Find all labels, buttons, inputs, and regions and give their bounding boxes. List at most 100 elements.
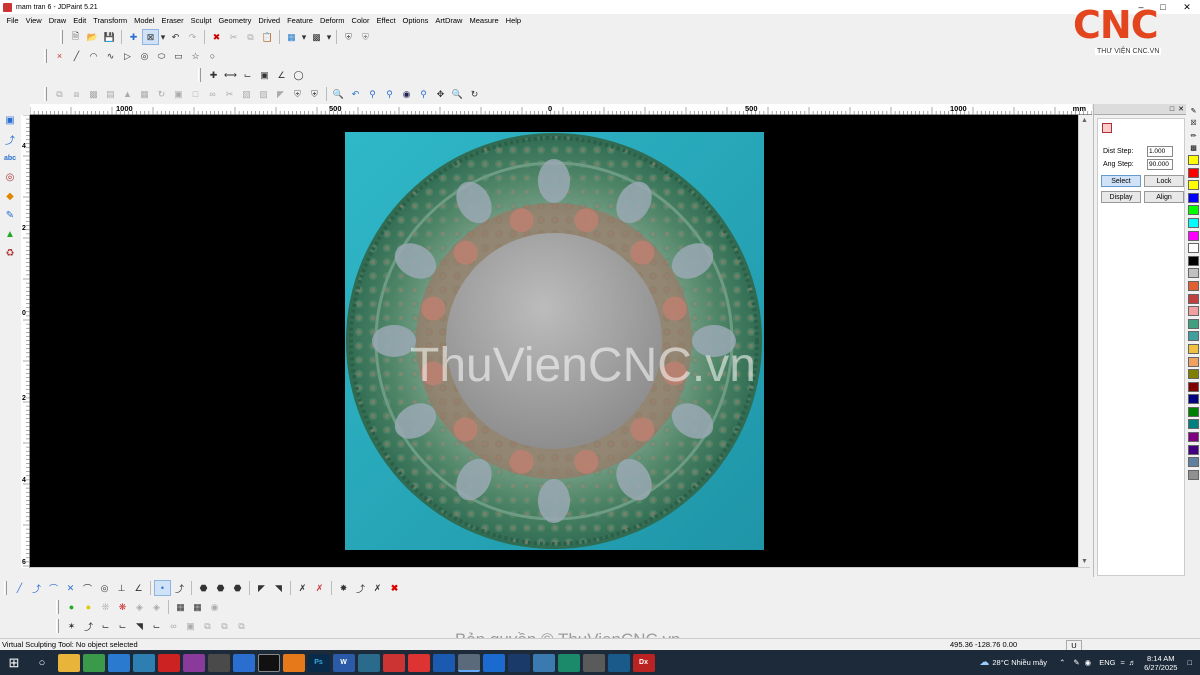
jdpaint-icon[interactable] (457, 653, 480, 672)
trim-icon[interactable]: ▧ (238, 86, 255, 102)
color-swatch[interactable] (1188, 469, 1199, 480)
menu-deform[interactable]: Deform (316, 14, 348, 27)
menu-artdraw[interactable]: ArtDraw (432, 14, 466, 27)
deform-a-icon[interactable]: ✶ (63, 618, 80, 634)
zoom-previous-icon[interactable]: ↶ (347, 86, 364, 102)
color-swatch[interactable] (1188, 444, 1199, 455)
color-swatch[interactable] (1188, 205, 1199, 216)
ang-step-input[interactable] (1147, 159, 1173, 170)
open-file-icon[interactable]: 📂 (84, 29, 101, 45)
weather-text[interactable]: 28°C Nhiều mây (992, 658, 1047, 667)
color-swatch[interactable] (1188, 432, 1199, 443)
box-dimension-icon[interactable]: ▣ (256, 67, 273, 83)
ungroup-icon[interactable]: ⧈ (68, 86, 85, 102)
teamviewer-icon[interactable] (257, 653, 280, 672)
arc-icon[interactable]: ◠ (85, 48, 102, 64)
toolbar-grip[interactable] (56, 619, 59, 633)
app-icon[interactable] (607, 653, 630, 672)
sculpt-snap-icon[interactable]: ⤴ (171, 580, 188, 596)
shield-icon[interactable]: ⛨ (289, 86, 306, 102)
menu-options[interactable]: Options (399, 14, 432, 27)
shield-filled-icon[interactable]: ⛨ (306, 86, 323, 102)
store-icon[interactable] (132, 653, 155, 672)
toolbar-grip[interactable] (4, 581, 7, 595)
line-icon[interactable]: ╱ (68, 48, 85, 64)
sculpt-cross-icon[interactable]: ✕ (62, 580, 79, 596)
scroll-down-icon[interactable]: ▼ (1081, 558, 1088, 565)
color-swatch[interactable] (1188, 155, 1199, 165)
color-swatch[interactable] (1188, 406, 1199, 417)
menu-edit[interactable]: Edit (70, 14, 90, 27)
dropdown-arrow-icon[interactable]: ▾ (300, 29, 308, 45)
eyedropper-icon[interactable]: ✏ (1188, 130, 1199, 141)
pattern-icon[interactable]: ▩ (1188, 143, 1199, 154)
select-node-icon[interactable]: ▣ (2, 112, 19, 129)
blend-icon[interactable]: ◈ (148, 599, 165, 615)
color-swatch[interactable] (1188, 243, 1199, 254)
folder-icon[interactable] (57, 653, 80, 672)
menu-effect[interactable]: Effect (373, 14, 399, 27)
cut-x-icon[interactable]: ✗ (294, 580, 311, 596)
winrar-icon[interactable] (182, 653, 205, 672)
pattern-fill-icon[interactable]: ✸ (335, 580, 352, 596)
deform-k-icon[interactable]: ⧉ (233, 618, 250, 634)
distribute-icon[interactable]: ▤ (102, 86, 119, 102)
dropdown-arrow-icon[interactable]: ▾ (325, 29, 333, 45)
zoom-icon[interactable]: 🔍 (449, 86, 466, 102)
menu-feature[interactable]: Feature (284, 14, 317, 27)
sculpt-curve-icon[interactable]: ⌒ (45, 580, 62, 596)
deform-i-icon[interactable]: ⧉ (199, 618, 216, 634)
app-icon[interactable] (582, 653, 605, 672)
zoom-window-icon[interactable]: 🔍 (330, 86, 347, 102)
zoom-all-icon[interactable]: ⚲ (415, 86, 432, 102)
color-swatch[interactable] (1188, 343, 1199, 354)
chevron-up-icon[interactable]: ⌃ (1059, 658, 1065, 667)
color-dots-icon[interactable]: ❋ (114, 599, 131, 615)
view-cube-icon[interactable]: ▦ (283, 29, 300, 45)
diamond-add-icon[interactable]: ⬣ (195, 580, 212, 596)
color-swatch[interactable] (1188, 217, 1199, 228)
deform-g-icon[interactable]: ∞ (165, 618, 182, 634)
toolpath-icon[interactable]: ▲ (2, 226, 19, 243)
color-swatch[interactable] (1188, 180, 1199, 191)
color-swatch[interactable] (1188, 192, 1199, 203)
menu-draw[interactable]: Draw (45, 14, 70, 27)
color-swatch[interactable] (1188, 369, 1199, 380)
app-icon[interactable] (482, 653, 505, 672)
volume-icon[interactable]: ♬ (1129, 658, 1137, 667)
sculpt-arc-icon[interactable]: ⌒ (79, 580, 96, 596)
dist-step-input[interactable] (1147, 146, 1173, 157)
color-swatch[interactable] (1188, 381, 1199, 392)
app-icon[interactable] (232, 653, 255, 672)
text-tool-icon[interactable]: abc (2, 150, 19, 167)
star-icon[interactable]: ☆ (187, 48, 204, 64)
color-swatch[interactable] (1188, 318, 1199, 329)
app-icon[interactable] (507, 653, 530, 672)
rectangle-icon[interactable]: ▭ (170, 48, 187, 64)
grid-icon[interactable]: ▦ (189, 599, 206, 615)
panel-close-icon[interactable]: ✕ (1178, 105, 1184, 113)
app-icon[interactable] (532, 653, 555, 672)
ellipse-icon[interactable]: ⬭ (153, 48, 170, 64)
horizontal-dimension-icon[interactable]: ⟷ (222, 67, 239, 83)
sculpt-branch-icon[interactable]: ⤴ (28, 580, 45, 596)
dropdown-arrow-icon[interactable]: ▾ (159, 29, 167, 45)
crosshair-icon[interactable]: ✚ (125, 29, 142, 45)
menu-color[interactable]: Color (348, 14, 373, 27)
menu-model[interactable]: Model (131, 14, 158, 27)
menu-transform[interactable]: Transform (90, 14, 131, 27)
panel-pin-icon[interactable]: □ (1170, 106, 1174, 113)
layer-icon[interactable]: ▦ (172, 599, 189, 615)
deform-h-icon[interactable]: ▣ (182, 618, 199, 634)
extend-icon[interactable]: ▨ (255, 86, 272, 102)
paste-icon[interactable]: 📋 (259, 29, 276, 45)
color-swatch[interactable] (1188, 255, 1199, 266)
dx-icon[interactable]: Dx (632, 653, 655, 672)
point-icon[interactable]: × (51, 48, 68, 64)
align-icon[interactable]: ▩ (85, 86, 102, 102)
view-eye-icon[interactable]: ◉ (398, 86, 415, 102)
deform-e-icon[interactable]: ◥ (131, 618, 148, 634)
color-swatch[interactable] (1188, 230, 1199, 241)
photoshop-icon[interactable]: Ps (307, 653, 330, 672)
new-file-icon[interactable]: 🗎 (67, 29, 84, 45)
